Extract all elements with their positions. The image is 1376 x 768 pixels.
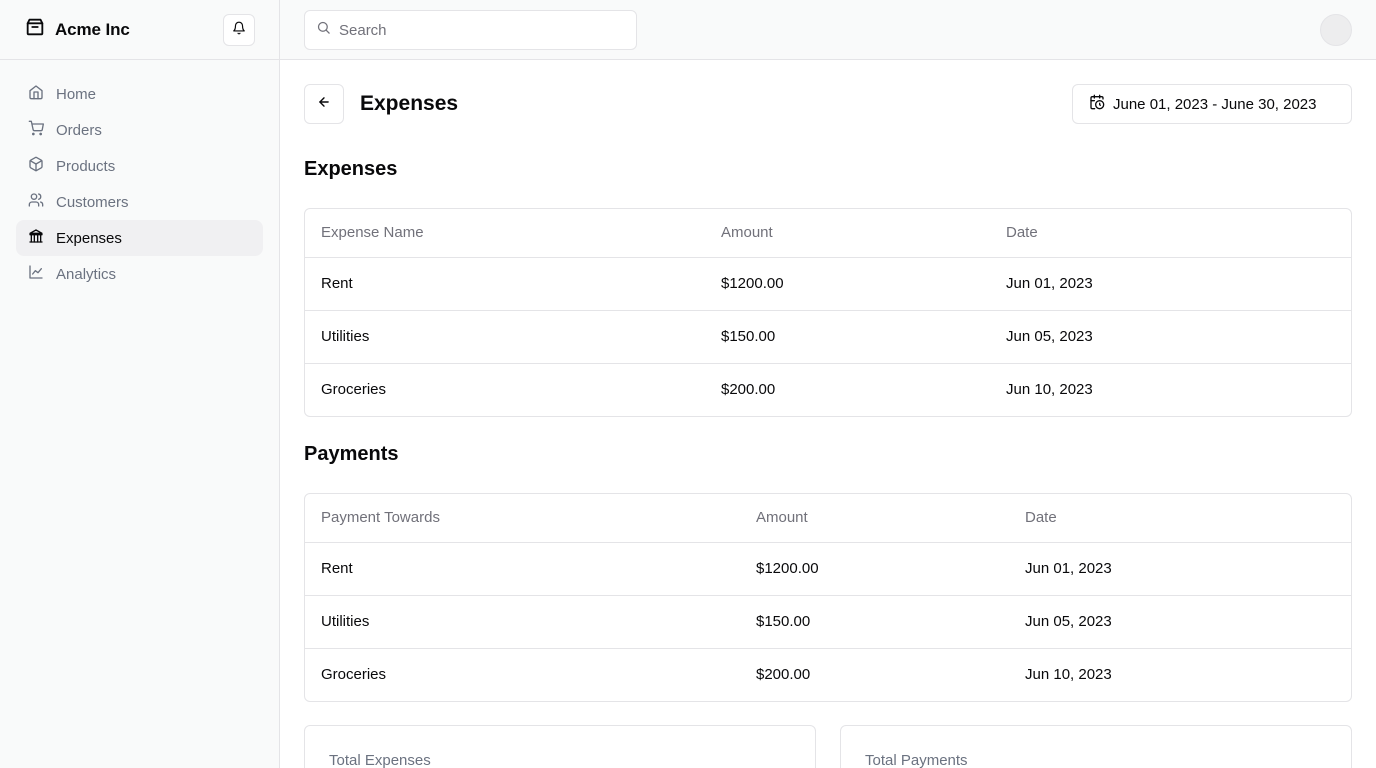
expenses-section-title: Expenses xyxy=(304,158,398,180)
table-header-row: Expense Name Amount Date xyxy=(305,209,1351,257)
column-header[interactable]: Payment Towards xyxy=(305,494,740,542)
sidebar-item-products[interactable]: Products xyxy=(16,148,263,184)
back-button[interactable] xyxy=(304,84,344,124)
sidebar-item-label: Analytics xyxy=(56,265,117,283)
sidebar-item-label: Expenses xyxy=(56,229,122,247)
package-icon xyxy=(28,156,44,176)
table-row[interactable]: Rent $1200.00 Jun 01, 2023 xyxy=(305,256,1351,310)
expense-name-cell: Utilities xyxy=(305,309,705,363)
sidebar-item-expenses[interactable]: Expenses xyxy=(16,220,263,256)
sidebar-item-label: Customers xyxy=(56,193,129,211)
bell-icon xyxy=(232,21,246,40)
sidebar-item-analytics[interactable]: Analytics xyxy=(16,256,263,292)
table-header-row: Payment Towards Amount Date xyxy=(305,494,1351,542)
payment-towards-cell: Rent xyxy=(305,541,740,595)
search-icon xyxy=(316,20,331,40)
cart-icon xyxy=(28,120,44,140)
amount-cell: $200.00 xyxy=(705,362,990,416)
date-cell: Jun 10, 2023 xyxy=(990,362,1351,416)
total-payments-card: Total Payments xyxy=(840,725,1352,768)
expense-name-cell: Groceries xyxy=(305,362,705,416)
date-cell: Jun 10, 2023 xyxy=(1009,647,1351,701)
brand-bar: Acme Inc xyxy=(0,0,279,60)
top-bar xyxy=(280,0,1376,60)
amount-cell: $150.00 xyxy=(705,309,990,363)
amount-cell: $200.00 xyxy=(740,647,1009,701)
package-icon xyxy=(24,16,46,43)
search-input[interactable] xyxy=(339,21,609,39)
brand-link[interactable]: Acme Inc xyxy=(24,16,130,43)
payments-section-title: Payments xyxy=(304,443,399,465)
home-icon xyxy=(28,84,44,104)
amount-cell: $150.00 xyxy=(740,594,1009,648)
sidebar-item-label: Orders xyxy=(56,121,102,139)
payment-towards-cell: Utilities xyxy=(305,594,740,648)
date-cell: Jun 01, 2023 xyxy=(1009,541,1351,595)
table-row[interactable]: Groceries $200.00 Jun 10, 2023 xyxy=(305,647,1351,701)
date-range-label: June 01, 2023 - June 30, 2023 xyxy=(1113,95,1317,113)
page-title: Expenses xyxy=(360,92,459,115)
table-row[interactable]: Utilities $150.00 Jun 05, 2023 xyxy=(305,594,1351,648)
column-header[interactable]: Date xyxy=(990,209,1351,257)
notifications-button[interactable] xyxy=(223,14,255,46)
expenses-table: Expense Name Amount Date Rent $1200.00 J… xyxy=(304,208,1352,417)
sidebar-item-customers[interactable]: Customers xyxy=(16,184,263,220)
column-header[interactable]: Amount xyxy=(705,209,990,257)
date-cell: Jun 01, 2023 xyxy=(990,256,1351,310)
table-row[interactable]: Groceries $200.00 Jun 10, 2023 xyxy=(305,362,1351,416)
total-payments-label: Total Payments xyxy=(865,752,968,768)
calendar-clock-icon xyxy=(1089,94,1105,114)
total-expenses-label: Total Expenses xyxy=(329,752,431,768)
column-header[interactable]: Expense Name xyxy=(305,209,705,257)
sidebar-item-label: Products xyxy=(56,157,116,175)
table-row[interactable]: Rent $1200.00 Jun 01, 2023 xyxy=(305,541,1351,595)
users-icon xyxy=(28,192,44,212)
table-row[interactable]: Utilities $150.00 Jun 05, 2023 xyxy=(305,309,1351,363)
sidebar-item-label: Home xyxy=(56,85,97,103)
date-range-picker[interactable]: June 01, 2023 - June 30, 2023 xyxy=(1072,84,1352,124)
arrow-left-icon xyxy=(317,95,331,114)
payments-table: Payment Towards Amount Date Rent $1200.0… xyxy=(304,493,1352,702)
bank-icon xyxy=(28,228,44,248)
date-cell: Jun 05, 2023 xyxy=(1009,594,1351,648)
sidebar: Acme Inc Home Orders Products Customers … xyxy=(0,0,280,768)
amount-cell: $1200.00 xyxy=(740,541,1009,595)
payment-towards-cell: Groceries xyxy=(305,647,740,701)
line-chart-icon xyxy=(28,264,44,284)
expense-name-cell: Rent xyxy=(305,256,705,310)
sidebar-item-orders[interactable]: Orders xyxy=(16,112,263,148)
avatar[interactable] xyxy=(1320,14,1352,46)
column-header[interactable]: Date xyxy=(1009,494,1351,542)
column-header[interactable]: Amount xyxy=(740,494,1009,542)
sidebar-nav: Home Orders Products Customers Expenses … xyxy=(0,60,279,292)
date-cell: Jun 05, 2023 xyxy=(990,309,1351,363)
search-box[interactable] xyxy=(304,10,637,50)
total-expenses-card: Total Expenses xyxy=(304,725,816,768)
amount-cell: $1200.00 xyxy=(705,256,990,310)
brand-name: Acme Inc xyxy=(55,19,130,39)
sidebar-item-home[interactable]: Home xyxy=(16,76,263,112)
